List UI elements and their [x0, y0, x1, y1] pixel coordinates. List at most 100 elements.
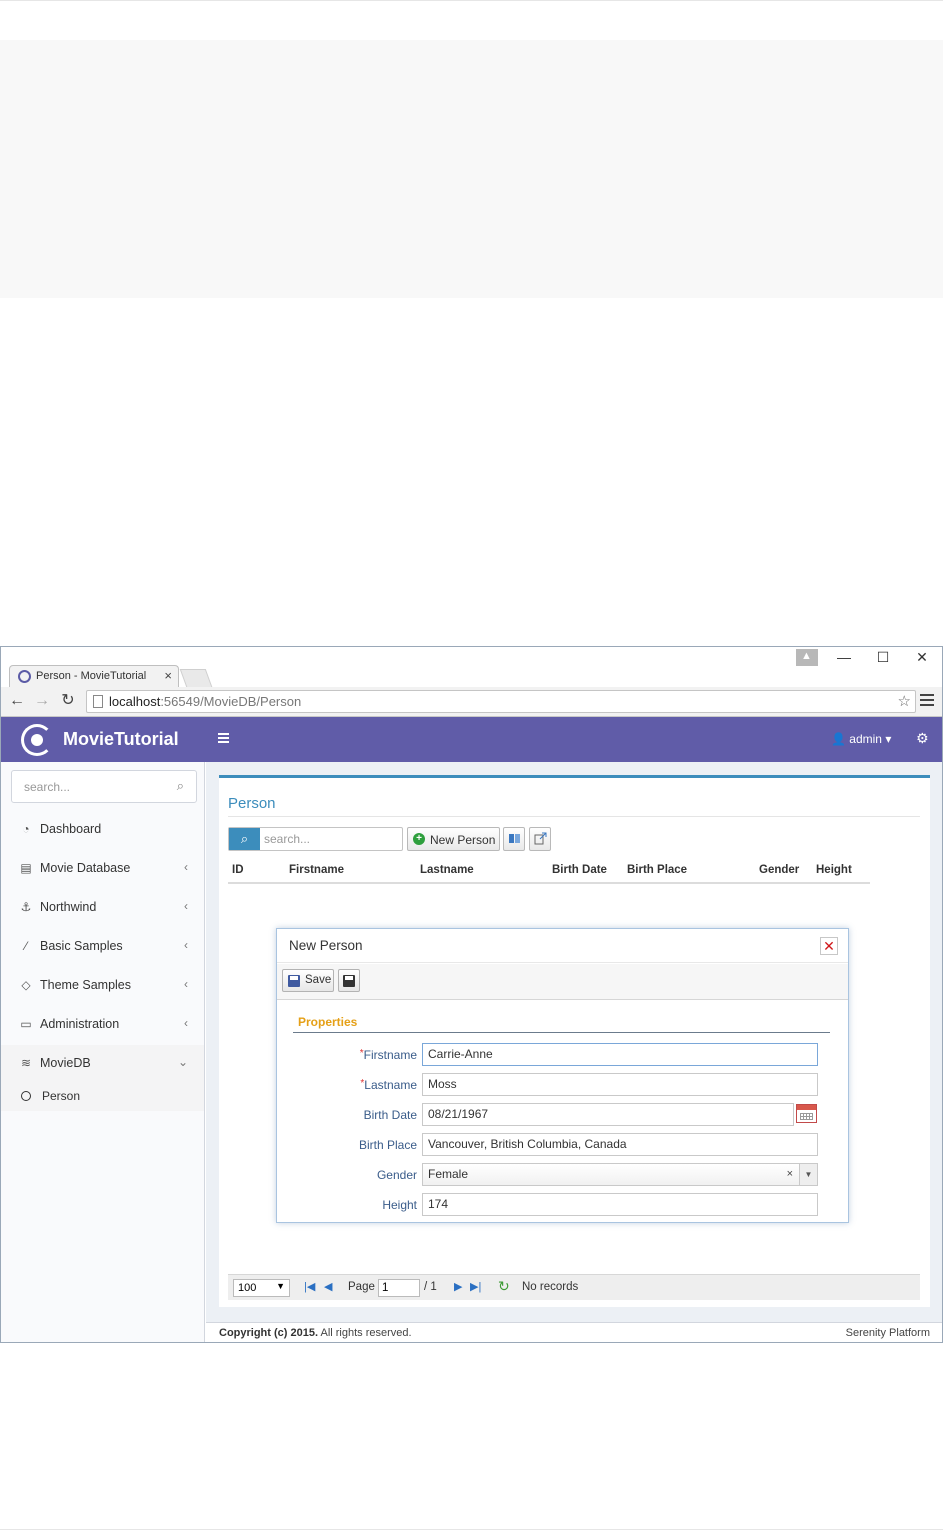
app-logo-text[interactable]: MovieTutorial — [63, 729, 179, 750]
user-name: admin — [849, 732, 882, 746]
browser-tab[interactable]: Person - MovieTutorial × — [9, 665, 179, 687]
reload-icon[interactable]: ↻ — [58, 691, 78, 711]
sidebar-item-dashboard[interactable]: ◔ Dashboard — [1, 811, 204, 849]
column-header[interactable]: Height — [816, 864, 852, 876]
back-arrow-icon[interactable]: ← — [7, 691, 27, 711]
sidebar-item-movie-database[interactable]: ▤ Movie Database ‹ — [1, 850, 204, 888]
diamond-icon: ◇ — [21, 978, 31, 992]
height-field[interactable]: 174 — [422, 1193, 818, 1216]
grid-pager: 100 ▼ |◀ ◀ Page 1 / 1 ▶ ▶| ↻ No records — [228, 1274, 920, 1300]
save-and-close-button[interactable] — [338, 969, 360, 992]
page-total: / 1 — [424, 1281, 437, 1293]
page-size-select[interactable]: 100 ▼ — [233, 1279, 290, 1297]
new-person-button[interactable]: + New Person — [407, 827, 500, 851]
sidebar-item-label: Dashboard — [40, 822, 102, 836]
birth-date-label: Birth Date — [363, 1108, 417, 1122]
new-tab-button[interactable] — [179, 669, 213, 687]
column-header[interactable]: Firstname — [289, 864, 344, 876]
sidebar-search-placeholder: search... — [24, 780, 71, 794]
field-label-text: Firstname — [363, 1048, 417, 1062]
dropdown-arrow-icon: ▼ — [276, 1281, 285, 1291]
dialog-title: New Person — [289, 938, 363, 953]
chrome-menu-icon[interactable] — [920, 694, 934, 708]
chevron-left-icon: ‹ — [184, 977, 188, 991]
export-icon — [534, 832, 547, 845]
sidebar-item-theme-samples[interactable]: ◇ Theme Samples ‹ — [1, 967, 204, 1005]
page-footer: Copyright (c) 2015. All rights reserved.… — [206, 1322, 942, 1342]
next-page-icon[interactable]: ▶ — [454, 1280, 462, 1293]
grid-search-input[interactable]: ⌕ search... — [228, 827, 403, 851]
export-button[interactable] — [529, 827, 551, 851]
page-top-rule — [0, 0, 943, 1]
birth-date-field[interactable]: 08/21/1967 — [422, 1103, 794, 1126]
minimize-button[interactable]: — — [824, 649, 864, 669]
sidebar-item-moviedb[interactable]: ≋ MovieDB ⌄ — [1, 1045, 204, 1083]
sidebar-item-basic-samples[interactable]: ⁄ Basic Samples ‹ — [1, 928, 204, 966]
page-title: Person — [228, 795, 276, 812]
gender-label: Gender — [376, 1168, 417, 1182]
column-header[interactable]: ID — [232, 864, 244, 876]
serenity-favicon-icon — [18, 670, 31, 683]
column-picker-button[interactable] — [503, 827, 525, 851]
browser-titlebar: Person - MovieTutorial × ▲ — ☐ ✕ — [1, 647, 942, 687]
chevron-down-icon[interactable]: ▼ — [799, 1164, 817, 1185]
first-page-icon[interactable]: |◀ — [304, 1280, 315, 1293]
sidebar-item-northwind[interactable]: ⚓ Northwind ‹ — [1, 889, 204, 927]
category-divider — [293, 1032, 830, 1033]
save-button[interactable]: Save — [282, 969, 334, 992]
sidebar-item-label: Northwind — [40, 900, 97, 914]
copyright-text: Copyright (c) 2015. All rights reserved. — [219, 1327, 412, 1339]
app-header: MovieTutorial 👤 admin ▾ ⚙ — [1, 717, 942, 762]
close-icon[interactable]: ✕ — [820, 937, 838, 955]
column-header[interactable]: Gender — [759, 864, 799, 876]
sidebar-item-label: Basic Samples — [40, 939, 123, 953]
user-menu[interactable]: 👤 admin ▾ — [831, 732, 891, 746]
sidebar-item-label: Administration — [40, 1017, 120, 1031]
column-header[interactable]: Birth Date — [552, 864, 607, 876]
last-page-icon[interactable]: ▶| — [470, 1280, 481, 1293]
sidebar-subitem-person[interactable]: Person — [1, 1083, 204, 1111]
sidebar-item-label: Movie Database — [40, 861, 131, 875]
search-icon[interactable]: ⌕ — [229, 828, 260, 850]
sidebar-toggle-icon[interactable] — [218, 733, 229, 744]
dialog-titlebar[interactable]: New Person ✕ — [277, 929, 848, 963]
sidebar-subitem-label: Person — [42, 1089, 81, 1103]
bookmark-star-icon[interactable]: ☆ — [898, 691, 911, 712]
dashboard-icon: ◔ — [22, 822, 30, 836]
sidebar-search-input[interactable]: search... ⌕ — [11, 770, 197, 803]
sidebar-item-administration[interactable]: ▭ Administration ‹ — [1, 1006, 204, 1044]
maximize-button[interactable]: ☐ — [863, 649, 903, 669]
search-icon[interactable]: ⌕ — [177, 778, 184, 794]
lastname-field[interactable]: Moss — [422, 1073, 818, 1096]
forward-arrow-icon[interactable]: → — [32, 691, 52, 711]
field-label-text: Lastname — [364, 1078, 417, 1092]
column-header[interactable]: Birth Place — [627, 864, 687, 876]
new-person-label: New Person — [430, 833, 496, 847]
birth-place-label: Birth Place — [358, 1138, 417, 1152]
address-toolbar: ← → ↻ localhost:56549/MovieDB/Person ☆ — [1, 687, 942, 717]
chevron-left-icon: ‹ — [184, 860, 188, 874]
person-icon: ▲ — [801, 650, 812, 662]
clear-icon[interactable]: × — [787, 1164, 793, 1185]
tab-close-icon[interactable]: × — [164, 668, 172, 683]
profile-button[interactable]: ▲ — [796, 649, 818, 666]
column-header[interactable]: Lastname — [420, 864, 474, 876]
film-icon: ▤ — [20, 861, 32, 875]
page-label: Page — [348, 1281, 375, 1293]
gears-icon[interactable]: ⚙ — [916, 730, 929, 747]
save-close-icon — [343, 975, 355, 987]
grid-header-row: ID Firstname Lastname Birth Date Birth P… — [228, 860, 870, 884]
gender-select[interactable]: Female × ▼ — [422, 1163, 818, 1186]
firstname-field[interactable]: Carrie-Anne — [422, 1043, 818, 1066]
previous-page-icon[interactable]: ◀ — [324, 1280, 332, 1293]
page-number-input[interactable]: 1 — [378, 1279, 420, 1297]
calendar-icon[interactable] — [796, 1104, 817, 1123]
close-window-button[interactable]: ✕ — [902, 649, 942, 669]
anchor-icon: ⚓ — [20, 900, 32, 914]
url-field[interactable]: localhost:56549/MovieDB/Person ☆ — [86, 690, 916, 713]
refresh-icon[interactable]: ↻ — [498, 1278, 510, 1295]
page-icon — [93, 695, 103, 708]
new-person-dialog: New Person ✕ Save Properties *Firstname … — [276, 928, 849, 1223]
copyright-rest: All rights reserved. — [318, 1327, 412, 1339]
birth-place-field[interactable]: Vancouver, British Columbia, Canada — [422, 1133, 818, 1156]
